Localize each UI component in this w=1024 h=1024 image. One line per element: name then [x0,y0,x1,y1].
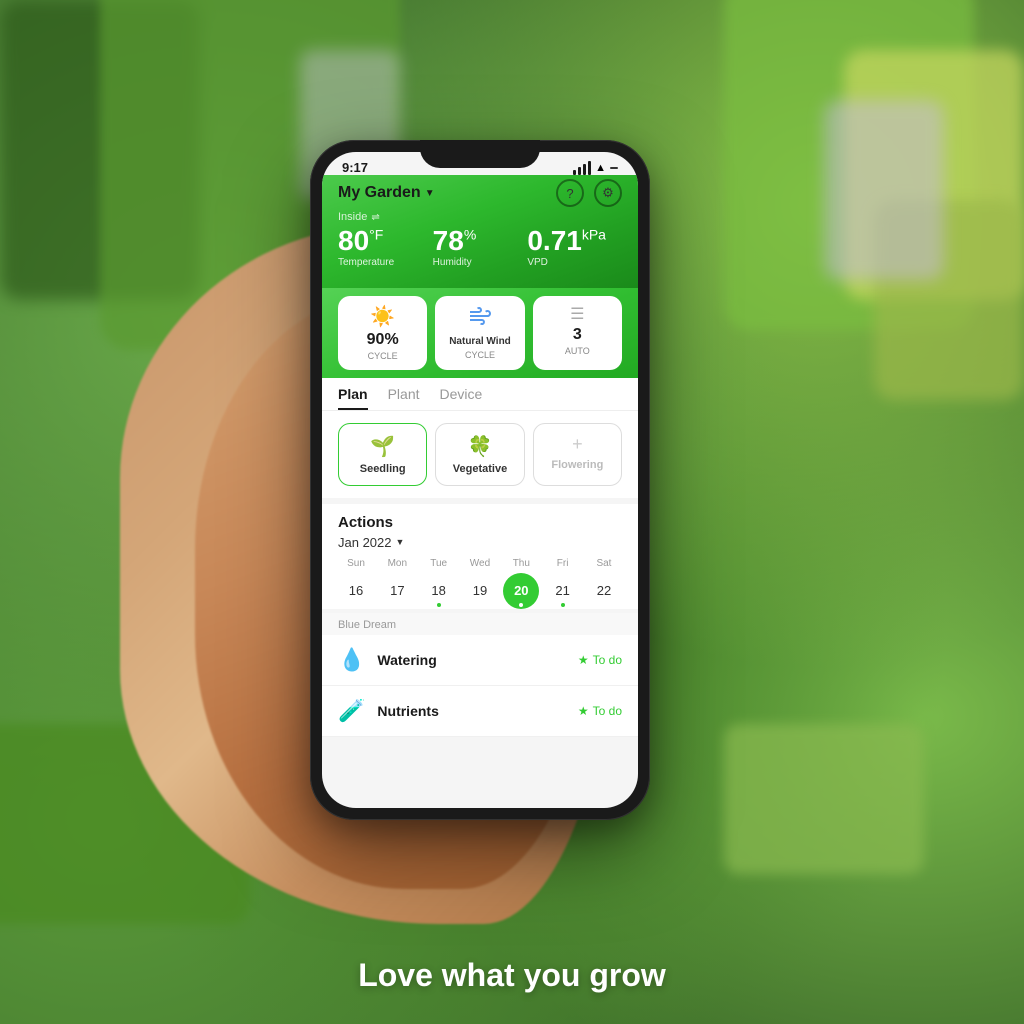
action-watering[interactable]: 💧 Watering ★ To do [322,635,638,686]
action-nutrients[interactable]: 🧪 Nutrients ★ To do [322,686,638,737]
status-time: 9:17 [342,160,368,175]
stage-vegetative[interactable]: 🍀 Vegetative [435,423,524,486]
nav-bar: My Garden ▼ ? ⚙ [338,179,622,207]
sunlight-card[interactable]: ☀️ 90% CYCLE [338,296,427,370]
phone-screen: 9:17 ▲ My Garden ▼ [322,152,638,808]
stage-seedling[interactable]: 🌱 Seedling [338,423,427,486]
month-chevron-icon: ▼ [396,537,405,547]
month-selector[interactable]: Jan 2022 ▼ [338,535,622,550]
nav-icons: ? ⚙ [556,179,622,207]
help-icon[interactable]: ? [556,179,584,207]
tab-plant[interactable]: Plant [388,386,420,410]
fan-card[interactable]: ☰ 3 AUTO [533,296,622,370]
sun-icon: ☀️ [370,304,395,329]
star-icon: ★ [578,653,589,667]
actions-title: Actions [338,514,622,531]
cal-day-22[interactable]: 22 [586,573,622,609]
phone-frame: 9:17 ▲ My Garden ▼ [310,140,650,820]
cal-day-21[interactable]: 21 [545,573,581,609]
calendar-days: 16 17 18 19 20 21 22 [338,573,622,609]
garden-title[interactable]: My Garden ▼ [338,184,435,202]
calendar-header: Sun Mon Tue Wed Thu Fri Sat [338,558,622,569]
vegetative-icon: 🍀 [468,434,493,459]
add-stage-icon: + [572,434,583,455]
nutrients-icon: 🧪 [338,698,365,724]
temperature-stat: 80°F Temperature [338,227,433,268]
stage-flowering[interactable]: + Flowering [533,423,622,486]
battery-icon [610,167,618,169]
bg-plant-8 [824,100,944,280]
actions-section: Actions Jan 2022 ▼ Sun Mon Tue Wed Thu F… [322,504,638,609]
vpd-stat: 0.71kPa VPD [527,227,622,268]
header-green: My Garden ▼ ? ⚙ Inside ⇌ 80°F [322,175,638,288]
status-icons: ▲ [573,161,618,175]
bg-plant-6 [724,724,924,874]
stages-row: 🌱 Seedling 🍀 Vegetative + Flowering [322,411,638,498]
watering-status: ★ To do [578,653,622,667]
seedling-icon: 🌱 [370,434,395,459]
cards-row: ☀️ 90% CYCLE Natural Wind CYCLE ☰ [322,288,638,378]
cal-day-18[interactable]: 18 [421,573,457,609]
star-icon-2: ★ [578,704,589,718]
cal-day-17[interactable]: 17 [379,573,415,609]
tab-device[interactable]: Device [440,386,483,410]
stats-row: 80°F Temperature 78% Humidity 0.71kPa [338,227,622,268]
cal-day-20[interactable]: 20 [503,573,539,609]
wind-icon [468,304,492,334]
humidity-stat: 78% Humidity [433,227,528,268]
nutrients-status: ★ To do [578,704,622,718]
phone-wrapper: 9:17 ▲ My Garden ▼ [310,140,650,820]
action-list: Blue Dream 💧 Watering ★ To do 🧪 Nutrient… [322,613,638,737]
settings-icon[interactable]: ⚙ [594,179,622,207]
cal-day-16[interactable]: 16 [338,573,374,609]
fan-icon: ☰ [570,304,584,324]
watering-icon: 💧 [338,647,365,673]
wifi-icon: ▲ [595,162,606,174]
tagline: Love what you grow [0,957,1024,994]
wind-card[interactable]: Natural Wind CYCLE [435,296,524,370]
chevron-down-icon: ▼ [425,188,435,199]
sync-icon: ⇌ [371,212,379,223]
plant-label: Blue Dream [322,613,638,635]
cal-day-19[interactable]: 19 [462,573,498,609]
signal-icon [573,161,591,175]
tab-bar: Plan Plant Device [322,378,638,411]
tab-plan[interactable]: Plan [338,386,368,410]
phone-notch [420,140,540,168]
inside-label: Inside ⇌ [338,211,622,223]
